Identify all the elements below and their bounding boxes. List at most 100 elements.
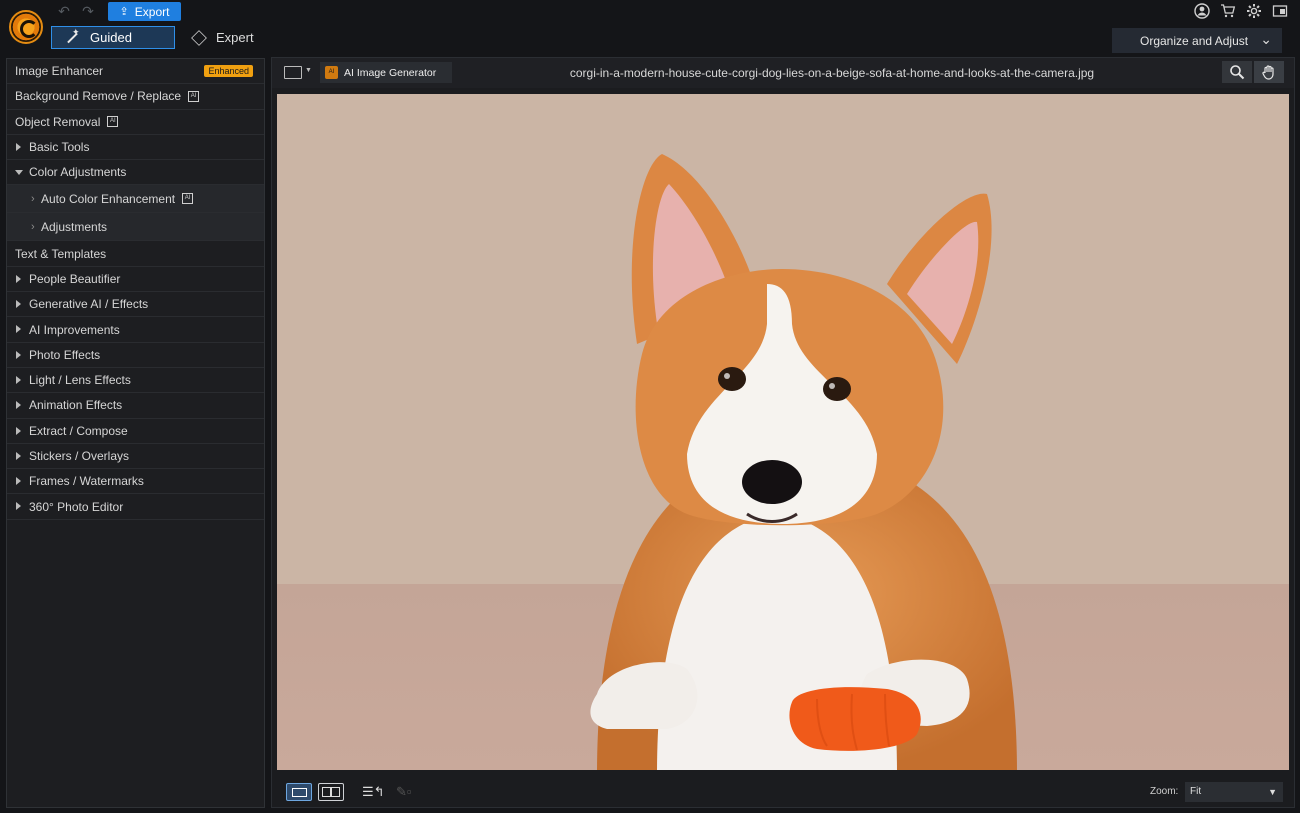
- ai-generator-icon: AI: [325, 66, 338, 79]
- sidebar-item-label: Frames / Watermarks: [29, 474, 144, 489]
- chevron-down-icon: ⌄: [1260, 31, 1272, 47]
- expand-arrow-icon: [16, 274, 21, 283]
- zoom-select[interactable]: Fit ▼: [1185, 782, 1283, 802]
- sidebar-item-color-adjustments[interactable]: Color Adjustments: [7, 160, 264, 186]
- gear-icon[interactable]: [1246, 3, 1262, 19]
- sidebar-item-label: Generative AI / Effects: [29, 297, 149, 312]
- expand-arrow-icon: [16, 426, 21, 435]
- undo-icon[interactable]: ↶: [54, 2, 74, 20]
- sidebar-item-frames-watermarks[interactable]: Frames / Watermarks: [7, 469, 264, 495]
- sidebar-item-label: Text & Templates: [15, 246, 107, 261]
- layers-icon: [191, 29, 207, 46]
- chevron-right-icon: ›: [31, 220, 35, 233]
- history-list-icon[interactable]: ☰↰: [362, 784, 385, 800]
- sidebar-item-ai-improvements[interactable]: AI Improvements: [7, 317, 264, 343]
- expand-arrow-icon: [16, 300, 21, 309]
- sidebar-item-label: Stickers / Overlays: [29, 449, 130, 463]
- expand-arrow-icon: [16, 477, 21, 486]
- sidebar-item-stickers-overlays[interactable]: Stickers / Overlays: [7, 444, 264, 470]
- file-name: corgi-in-a-modern-house-cute-corgi-dog-l…: [569, 66, 1095, 80]
- ai-image-generator-button[interactable]: AI AI Image Generator: [320, 62, 452, 83]
- sidebar-item-label: Photo Effects: [29, 347, 101, 362]
- brush-eraser-icon: ✎▫: [396, 784, 412, 799]
- canvas-bottom-bar: ☰↰ ✎▫ Zoom: Fit ▼: [272, 776, 1294, 807]
- caret-down-icon: ▼: [1268, 787, 1277, 797]
- app-logo-icon: [9, 10, 43, 44]
- sidebar-item-image-enhancer[interactable]: Image Enhancer Enhanced: [7, 59, 264, 85]
- top-right-icons: [1194, 3, 1288, 19]
- cart-icon[interactable]: [1220, 3, 1236, 19]
- mode-guided-label: Guided: [90, 30, 132, 45]
- mode-expert-tab[interactable]: Expert: [191, 26, 282, 49]
- collapse-arrow-icon: [15, 170, 23, 176]
- sidebar-item-background-remove[interactable]: Background Remove / Replace AI: [7, 84, 264, 110]
- export-label: Export: [134, 4, 170, 19]
- single-view-button[interactable]: [286, 783, 312, 801]
- redo-icon[interactable]: ↷: [78, 2, 98, 20]
- sidebar-subitem-adjustments[interactable]: › Adjustments: [7, 213, 264, 242]
- compare-view-button[interactable]: [318, 783, 344, 801]
- magic-wand-icon: [64, 27, 80, 46]
- expand-arrow-icon: [16, 142, 21, 151]
- upload-icon: ⇪: [119, 6, 129, 18]
- sidebar-item-label: People Beautifier: [29, 271, 121, 286]
- top-bar: ↶ ↷ ⇪ Export Guided Expert: [0, 0, 1300, 56]
- expand-arrow-icon: [16, 325, 21, 334]
- sidebar-subitem-auto-color-enhancement[interactable]: › Auto Color Enhancement AI: [7, 185, 264, 214]
- expand-arrow-icon: [16, 502, 21, 511]
- sidebar-item-label: Extract / Compose: [29, 423, 128, 438]
- export-button[interactable]: ⇪ Export: [108, 2, 181, 21]
- guided-tools-panel: Image Enhancer Enhanced Background Remov…: [6, 58, 265, 808]
- sidebar-item-label: Background Remove / Replace: [15, 89, 182, 104]
- expand-arrow-icon: [16, 451, 21, 460]
- sidebar-item-label: Light / Lens Effects: [29, 373, 131, 388]
- sidebar-item-extract-compose[interactable]: Extract / Compose: [7, 419, 264, 444]
- sidebar-item-animation-effects[interactable]: Animation Effects: [7, 393, 264, 419]
- sidebar-item-360-photo-editor[interactable]: 360° Photo Editor: [7, 494, 264, 520]
- sidebar-item-light-lens-effects[interactable]: Light / Lens Effects: [7, 368, 264, 394]
- expand-arrow-icon: [16, 350, 21, 359]
- hand-icon: [1262, 65, 1274, 80]
- ai-image-generator-label: AI Image Generator: [344, 66, 437, 79]
- organize-label: Organize and Adjust: [1140, 33, 1249, 48]
- sidebar-item-label: AI Improvements: [29, 322, 120, 337]
- sidebar-item-label: Color Adjustments: [29, 165, 127, 180]
- account-icon[interactable]: [1194, 3, 1210, 19]
- sidebar-item-label: Adjustments: [41, 219, 108, 234]
- organize-adjust-dropdown[interactable]: Organize and Adjust ⌄: [1112, 28, 1282, 53]
- magnifier-icon: [1230, 65, 1245, 80]
- sidebar-item-generative-ai[interactable]: Generative AI / Effects: [7, 292, 264, 318]
- sidebar-item-label: Image Enhancer: [15, 64, 104, 79]
- mode-guided-tab[interactable]: Guided: [51, 26, 175, 49]
- ai-feature-icon: AI: [182, 193, 194, 205]
- sidebar-item-label: 360° Photo Editor: [29, 499, 124, 514]
- photo-canvas[interactable]: [277, 94, 1289, 770]
- caret-down-icon[interactable]: ▼: [305, 67, 312, 74]
- app-window: ↶ ↷ ⇪ Export Guided Expert: [0, 0, 1300, 813]
- ai-feature-icon: AI: [107, 116, 119, 128]
- window-icon[interactable]: [1272, 3, 1288, 19]
- enhanced-badge: Enhanced: [204, 65, 253, 77]
- mode-expert-label: Expert: [216, 30, 254, 45]
- sidebar-item-text-templates[interactable]: Text & Templates: [7, 241, 264, 267]
- sidebar-item-people-beautifier[interactable]: People Beautifier: [7, 267, 264, 293]
- pan-tool-button[interactable]: [1254, 61, 1284, 83]
- zoom-label: Zoom:: [1150, 786, 1179, 797]
- zoom-tool-button[interactable]: [1222, 61, 1252, 83]
- sidebar-item-label: Basic Tools: [29, 140, 90, 155]
- sidebar-item-object-removal[interactable]: Object Removal AI: [7, 110, 264, 135]
- sidebar-item-photo-effects[interactable]: Photo Effects: [7, 343, 264, 368]
- sidebar-item-label: Auto Color Enhancement: [41, 191, 176, 206]
- ai-feature-icon: AI: [188, 90, 200, 102]
- view-tools: [1222, 61, 1284, 83]
- canvas-toolbar: ▼ AI AI Image Generator corgi-in-a-moder…: [272, 58, 1294, 88]
- sidebar-item-label: Object Removal: [15, 114, 101, 129]
- sidebar-item-basic-tools[interactable]: Basic Tools: [7, 135, 264, 161]
- expand-arrow-icon: [16, 375, 21, 384]
- zoom-value: Fit: [1190, 786, 1202, 797]
- folder-icon[interactable]: [284, 66, 302, 79]
- sidebar-item-label: Animation Effects: [29, 398, 123, 413]
- expand-arrow-icon: [16, 401, 21, 410]
- chevron-right-icon: ›: [31, 192, 35, 205]
- corgi-photo: [277, 94, 1289, 770]
